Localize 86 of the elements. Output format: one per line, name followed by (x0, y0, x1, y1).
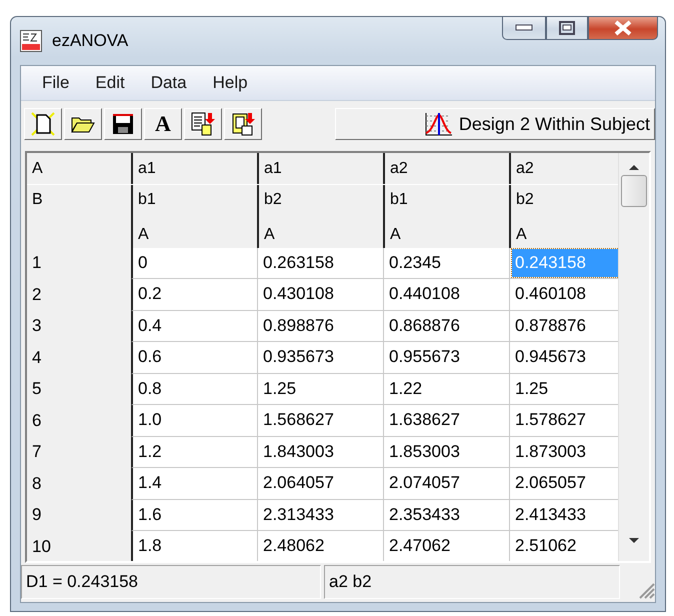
menu-item[interactable]: Edit (82, 73, 138, 93)
table-cell[interactable]: 1.873003 (512, 438, 618, 466)
resize-grip-icon[interactable] (637, 581, 655, 599)
menu-item[interactable]: File (29, 73, 82, 93)
toolbar-button[interactable] (104, 108, 142, 140)
table-cell[interactable]: 1.22 (386, 374, 509, 403)
table-cell[interactable]: 2.48062 (260, 532, 383, 560)
header-label: B (27, 184, 131, 216)
table-cell[interactable]: 0.878876 (512, 312, 618, 340)
font-button[interactable]: A (144, 108, 182, 140)
toolbar-button[interactable] (184, 108, 222, 140)
table-cell[interactable]: 0.955673 (386, 343, 509, 372)
menu-item[interactable]: Help (200, 73, 261, 93)
maximize-button[interactable] (546, 16, 588, 40)
app-logo-icon (20, 30, 42, 52)
window-title: ezANOVA (52, 31, 128, 51)
status-value: D1 = 0.243158 (21, 565, 321, 599)
table-cell[interactable]: 1.25 (260, 374, 383, 403)
column-header: a2 (383, 153, 509, 184)
column-header: a2 (509, 153, 618, 184)
row-number: 3 (27, 310, 131, 342)
table-cell[interactable]: 1.843003 (260, 438, 383, 466)
table-cell[interactable]: 0.945673 (512, 343, 618, 372)
status-cell: a2 b2 (324, 565, 620, 599)
close-icon (614, 20, 632, 36)
table-cell[interactable]: 1.25 (512, 374, 618, 403)
column-header: a1 (257, 153, 383, 184)
scroll-down-icon[interactable] (628, 537, 640, 545)
table-cell[interactable]: 0.2 (135, 280, 257, 308)
table-cell[interactable]: 1.6 (135, 500, 257, 529)
table-cell[interactable]: 1.568627 (260, 406, 383, 434)
table-cell[interactable]: 0.6 (135, 343, 257, 372)
row-number: 6 (27, 405, 131, 436)
column-header: b1 (131, 184, 257, 216)
close-button[interactable] (588, 16, 658, 40)
table-cell[interactable]: 1.638627 (386, 406, 509, 434)
toolbar-button[interactable] (24, 108, 62, 140)
table-cell[interactable]: 2.065057 (512, 469, 618, 498)
scrollbar[interactable] (618, 153, 649, 561)
header-label: A (27, 153, 131, 184)
table-cell[interactable]: 1.853003 (386, 438, 509, 466)
row-number: 10 (27, 531, 131, 561)
column-header: a1 (131, 153, 257, 184)
row-number: 7 (27, 436, 131, 468)
table-cell[interactable]: 1.578627 (512, 406, 618, 434)
row-number: 4 (27, 342, 131, 374)
table-cell[interactable]: 2.51062 (512, 532, 618, 560)
minimize-button[interactable] (502, 16, 546, 40)
table-cell[interactable]: 0.4 (135, 312, 257, 340)
table-cell[interactable]: 2.413433 (512, 500, 618, 529)
table-cell[interactable]: 0.935673 (260, 343, 383, 372)
table-cell[interactable]: 0.440108 (386, 280, 509, 308)
column-header: b2 (257, 184, 383, 216)
table-cell[interactable]: 0.898876 (260, 312, 383, 340)
export-document-icon (190, 111, 216, 137)
export-clipboard-icon (230, 111, 256, 137)
scroll-up-icon[interactable] (628, 163, 640, 171)
minimize-icon (515, 24, 533, 32)
table-cell[interactable]: 1.4 (135, 469, 257, 498)
table-cell[interactable]: 2.313433 (260, 500, 383, 529)
table-cell[interactable]: 0.460108 (512, 280, 618, 308)
table-cell[interactable]: 2.353433 (386, 500, 509, 529)
toolbar-button[interactable] (224, 108, 262, 140)
table-cell[interactable]: 2.074057 (386, 469, 509, 498)
table-cell[interactable]: 1.0 (135, 406, 257, 434)
table-cell[interactable]: 0.8 (135, 374, 257, 403)
table-cell[interactable]: 2.064057 (260, 469, 383, 498)
menu-item[interactable]: Data (138, 73, 200, 93)
bell-curve-chart-icon (422, 111, 453, 137)
row-number: 9 (27, 500, 131, 531)
column-header: b2 (509, 184, 618, 216)
table-cell[interactable]: 0.430108 (260, 280, 383, 308)
row-number: 8 (27, 468, 131, 500)
scrollbar-thumb[interactable] (621, 175, 647, 207)
table-cell[interactable]: 0.2345 (386, 248, 509, 277)
toolbar-button[interactable] (64, 108, 102, 140)
table-cell[interactable]: 1.2 (135, 438, 257, 466)
table-cell[interactable]: 0.868876 (386, 312, 509, 340)
row-number: 5 (27, 374, 131, 405)
new-file-icon (30, 111, 56, 137)
column-header: b1 (383, 184, 509, 216)
table-cell[interactable]: 2.47062 (386, 532, 509, 560)
maximize-icon (559, 21, 575, 35)
row-number: 2 (27, 279, 131, 310)
table-cell[interactable]: 1.8 (135, 532, 257, 560)
design-button[interactable]: Design 2 Within Subject (335, 108, 655, 140)
